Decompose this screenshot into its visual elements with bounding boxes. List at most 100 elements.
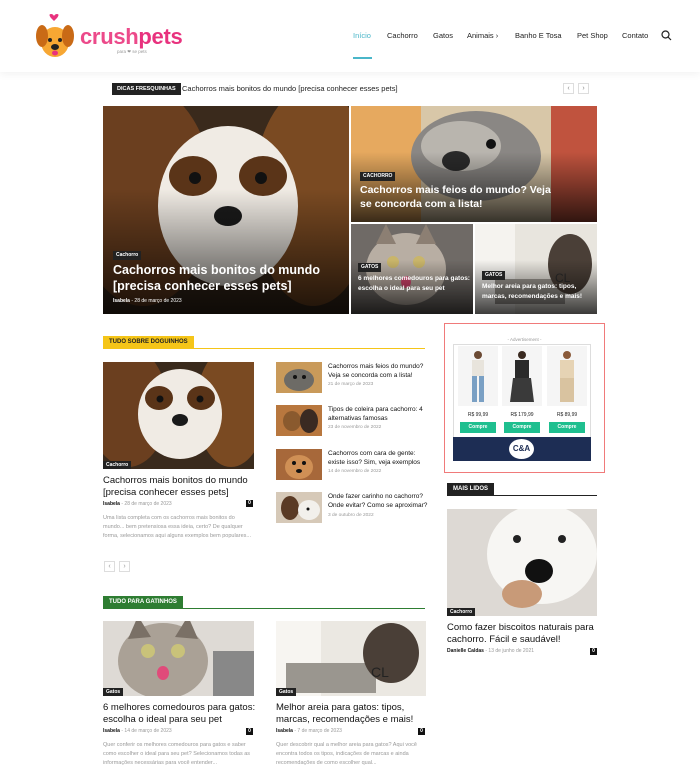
cats-post-2-title[interactable]: Melhor areia para gatos: tipos, marcas, …	[276, 702, 432, 726]
cats-post-1-excerpt: Quer conferir os melhores comedouros par…	[103, 742, 251, 766]
dogs-feature-excerpt: Uma lista completa com os cachorros mais…	[103, 515, 251, 539]
ad-price: R$ 99,99	[467, 412, 489, 418]
ticker-next-button[interactable]: ›	[578, 83, 589, 94]
category-badge[interactable]: Gatos	[276, 688, 297, 696]
comment-count[interactable]: 0	[590, 648, 597, 655]
list-thumb-image	[276, 362, 322, 393]
cats-post-1-image-tile[interactable]: Gatos	[103, 621, 254, 696]
hero-main-title[interactable]: Cachorros mais bonitos do mundo [precisa…	[113, 262, 323, 294]
hero-bottom-left-tile[interactable]: GATOS 6 melhores comedouros para gatos: …	[351, 224, 473, 314]
ad-product-1-image	[472, 351, 484, 402]
list-thumb[interactable]	[276, 449, 322, 480]
ad-product-3[interactable]	[547, 346, 587, 406]
logo-text-b: pets	[138, 24, 183, 49]
nav-gatos[interactable]: Gatos	[433, 31, 453, 40]
page: crushpets para ❤ se pets Início Cachorro…	[0, 0, 700, 783]
hero-bottom-right-title[interactable]: Melhor areia para gatos: tipos, marcas, …	[482, 282, 596, 301]
nav-active-indicator	[353, 57, 372, 59]
nav-inicio[interactable]: Início	[353, 31, 371, 40]
ticker-label: DICAS FRESQUINHAS	[112, 83, 181, 95]
most-read-title[interactable]: Como fazer biscoitos naturais para cacho…	[447, 622, 605, 646]
category-badge[interactable]: Cachorro	[447, 608, 476, 616]
ticker-headline[interactable]: Cachorros mais bonitos do mundo [precisa…	[182, 84, 398, 93]
hero-top-right-title[interactable]: Cachorros mais feios do mundo? Veja se c…	[360, 183, 560, 211]
most-read-image-tile[interactable]: Cachorro	[447, 509, 597, 616]
site-header: crushpets para ❤ se pets Início Cachorro…	[0, 0, 700, 72]
category-badge[interactable]: Gatos	[103, 688, 124, 696]
list-thumb-image	[276, 405, 322, 436]
comment-count[interactable]: 0	[418, 728, 425, 735]
hero-main-meta: Isabela - 28 de março de 2023	[113, 298, 182, 304]
ad-buy-button[interactable]: Compre	[504, 422, 540, 433]
hero-bottom-left-title[interactable]: 6 melhores comedouros para gatos: escolh…	[358, 274, 470, 293]
list-item-title[interactable]: Tipos de coleira para cachorro: 4 altern…	[328, 405, 428, 423]
category-badge[interactable]: GATOS	[358, 263, 382, 272]
category-badge[interactable]: GATOS	[482, 271, 506, 280]
nav-animais[interactable]: Animais ›	[467, 31, 498, 40]
hero-bottom-right-tile[interactable]: CL GATOS Melhor areia para gatos: tipos,…	[475, 224, 597, 314]
most-read-tag[interactable]: MAIS LIDOS	[447, 483, 495, 496]
cats-section-tag[interactable]: TUDO PARA GATINHOS	[103, 596, 183, 609]
dogs-section-tag[interactable]: TUDO SOBRE DOGUINHOS	[103, 336, 194, 349]
category-badge[interactable]: Cachorro	[103, 461, 132, 469]
dogs-feature-image	[103, 362, 254, 469]
comment-count[interactable]: 0	[246, 728, 253, 735]
most-read-image	[447, 509, 597, 616]
list-item-date: 21 de março de 2023	[328, 382, 374, 387]
dogs-feature-meta: Isabela - 28 de março de 2023	[103, 501, 172, 507]
author-name[interactable]: Danielle Caldas	[447, 648, 484, 654]
logo-tagline: para ❤ se pets	[117, 49, 147, 54]
cats-post-1-image	[103, 621, 254, 696]
list-item-date: 14 de novembro de 2022	[328, 469, 382, 474]
post-date: 28 de março de 2023	[134, 298, 182, 304]
ad-brand-logo[interactable]: C&A	[509, 439, 534, 459]
hero-top-right-tile[interactable]: CACHORRO Cachorros mais feios do mundo? …	[351, 106, 597, 222]
ad-product-2[interactable]	[502, 346, 542, 406]
author-name[interactable]: Isabela	[103, 501, 120, 507]
logo-wordmark[interactable]: crushpets	[80, 24, 183, 50]
dogs-next-page-button[interactable]: ›	[119, 561, 130, 572]
author-name[interactable]: Isabela	[113, 298, 130, 304]
nav-contato[interactable]: Contato	[622, 31, 648, 40]
cats-post-1-title[interactable]: 6 melhores comedouros para gatos: escolh…	[103, 702, 263, 726]
list-item-date: 3 de outubro de 2022	[328, 513, 374, 518]
nav-cachorro[interactable]: Cachorro	[387, 31, 418, 40]
author-name[interactable]: Isabela	[276, 728, 293, 734]
list-thumb[interactable]	[276, 362, 322, 393]
post-date: - 14 de março de 2023	[121, 728, 172, 734]
list-item-title[interactable]: Onde fazer carinho no cachorro? Onde evi…	[328, 492, 428, 510]
ad-price: R$ 89,99	[556, 412, 578, 418]
chevron-right-icon: ›	[495, 31, 499, 40]
cats-post-1-meta: Isabela - 14 de março de 2023	[103, 728, 172, 734]
nav-banho-e-tosa[interactable]: Banho E Tosa	[515, 31, 562, 40]
author-name[interactable]: Isabela	[103, 728, 120, 734]
logo-dog-icon[interactable]	[34, 14, 76, 60]
list-item-title[interactable]: Cachorros com cara de gente: existe isso…	[328, 449, 428, 467]
category-badge[interactable]: Cachorro	[113, 251, 142, 260]
ad-buy-button[interactable]: Compre	[460, 422, 496, 433]
dogs-feature-title[interactable]: Cachorros mais bonitos do mundo [precisa…	[103, 475, 263, 499]
most-read-meta: Danielle Caldas - 13 de junho de 2021	[447, 648, 534, 654]
ticker-prev-button[interactable]: ‹	[563, 83, 574, 94]
dogs-prev-page-button[interactable]: ‹	[104, 561, 115, 572]
logo-text-a: crush	[80, 24, 139, 49]
cats-post-2-meta: Isabela - 7 de março de 2023	[276, 728, 342, 734]
list-item-date: 23 de novembro de 2022	[328, 425, 382, 430]
cats-post-2-image: CL	[276, 621, 426, 696]
ad-buy-button[interactable]: Compre	[549, 422, 585, 433]
cats-post-2-image-tile[interactable]: CL Gatos	[276, 621, 426, 696]
category-badge[interactable]: CACHORRO	[360, 172, 396, 181]
nav-pet-shop[interactable]: Pet Shop	[577, 31, 608, 40]
ad-product-3-image	[560, 351, 574, 402]
post-date: - 7 de março de 2023	[294, 728, 342, 734]
ad-label: - Advertisement -	[507, 337, 542, 342]
search-icon[interactable]	[661, 30, 672, 41]
list-item-title[interactable]: Cachorros mais feios do mundo? Veja se c…	[328, 362, 428, 380]
hero-main-tile[interactable]: Cachorro Cachorros mais bonitos do mundo…	[103, 106, 349, 314]
post-date: - 28 de março de 2023	[121, 501, 172, 507]
dogs-feature-image-tile[interactable]: Cachorro	[103, 362, 254, 469]
ad-product-1[interactable]	[458, 346, 498, 406]
list-thumb[interactable]	[276, 405, 322, 436]
list-thumb[interactable]	[276, 492, 322, 523]
comment-count[interactable]: 0	[246, 500, 253, 507]
